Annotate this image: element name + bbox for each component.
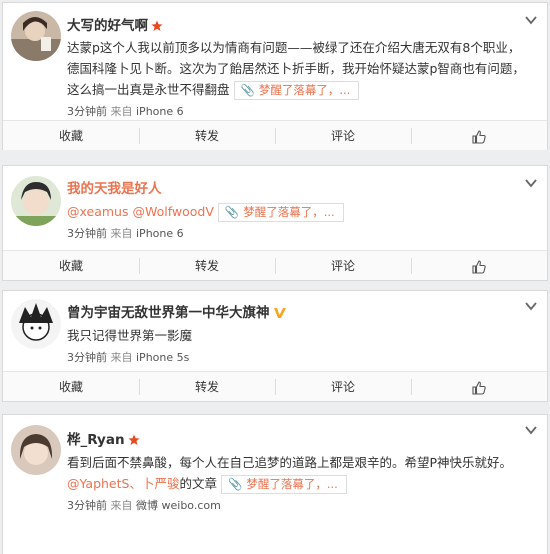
post-meta: 3分钟前 来自 微博 weibo.com (67, 497, 221, 513)
post-text-line: @YaphetS、卜严骏的文章 📎 梦醒了落幕了，... (67, 473, 533, 494)
post-meta: 3分钟前 来自 iPhone 5s (67, 349, 189, 365)
action-bar: 收藏 转发 评论 (3, 371, 547, 401)
chevron-down-icon[interactable] (525, 425, 537, 435)
avatar[interactable] (11, 176, 61, 226)
star-badge-icon (151, 20, 163, 31)
source-prefix: 来自 (110, 499, 133, 512)
post-text-line: 德国科隆卜见卜断。这次为了飴居然还卜折手断，我开始怀疑达蒙p智商也有问题， (67, 61, 525, 76)
chevron-down-icon[interactable] (525, 301, 537, 311)
thumbs-up-icon (472, 259, 486, 274)
mention-link[interactable]: @WolfwoodV (132, 204, 213, 219)
weibo-post: 桦_Ryan 看到后面不禁鼻酸，每个人在自己追梦的道路上都是艰辛的。希望P神快乐… (2, 414, 548, 554)
action-bar: 收藏 转发 评论 (3, 120, 547, 150)
topic-link[interactable]: 📎 梦醒了落幕了，... (217, 203, 344, 222)
paperclip-icon: 📎 (240, 83, 255, 97)
chevron-down-icon[interactable] (525, 15, 537, 25)
source-prefix: 来自 (110, 105, 133, 118)
post-text-line: 看到后面不禁鼻酸，每个人在自己追梦的道路上都是艰辛的。希望P神快乐就好。 (67, 455, 513, 470)
user-name[interactable]: 我的天我是好人 (67, 180, 162, 198)
mention-link[interactable]: @YaphetS、 (67, 476, 142, 491)
post-text-line: 这么搞一出真是永世不得翻盘 📎 梦醒了落幕了，... (67, 79, 533, 100)
mention-link[interactable]: 卜严骏 (142, 476, 180, 491)
comment-button[interactable]: 评论 (275, 251, 411, 280)
paperclip-icon: 📎 (228, 477, 243, 491)
thumbs-up-icon (472, 129, 486, 144)
source-device[interactable]: 微博 weibo.com (136, 499, 221, 512)
thumbs-up-icon (472, 380, 486, 395)
timestamp[interactable]: 3分钟前 (67, 227, 107, 240)
star-badge-icon (128, 434, 140, 445)
source-prefix: 来自 (110, 227, 133, 240)
verified-badge-icon (273, 308, 286, 318)
weibo-post: 大写的好气啊 达蒙p这个人我以前顶多以为情商有问题——被绿了还在介绍大唐无双有8… (2, 2, 548, 150)
source-device[interactable]: iPhone 5s (136, 351, 189, 364)
action-bar: 收藏 转发 评论 (3, 250, 547, 280)
repost-button[interactable]: 转发 (139, 121, 275, 150)
mention-link[interactable]: @xeamus (67, 204, 128, 219)
avatar[interactable] (11, 11, 61, 61)
weibo-post: 曾为宇宙无敌世界第一中华大旗神 我只记得世界第一影魔 3分钟前 来自 iPhon… (2, 290, 548, 402)
post-text-line-end: 这么搞一出真是永世不得翻盘 (67, 82, 230, 97)
like-button[interactable] (411, 251, 547, 280)
mention-suffix: 的文章 (179, 476, 217, 491)
comment-button[interactable]: 评论 (275, 121, 411, 150)
repost-button[interactable]: 转发 (139, 251, 275, 280)
like-button[interactable] (411, 372, 547, 401)
user-name[interactable]: 曾为宇宙无敌世界第一中华大旗神 (67, 304, 287, 322)
source-prefix: 来自 (110, 351, 133, 364)
post-text: 我只记得世界第一影魔 (67, 328, 193, 343)
avatar[interactable] (11, 299, 61, 349)
repost-button[interactable]: 转发 (139, 372, 275, 401)
user-name[interactable]: 大写的好气啊 (67, 17, 163, 35)
post-meta: 3分钟前 来自 iPhone 6 (67, 225, 184, 241)
timestamp[interactable]: 3分钟前 (67, 499, 107, 512)
post-text: 看到后面不禁鼻酸，每个人在自己追梦的道路上都是艰辛的。希望P神快乐就好。 @Ya… (67, 452, 533, 494)
favorite-button[interactable]: 收藏 (3, 251, 139, 280)
post-text: @xeamus @WolfwoodV 📎 梦醒了落幕了，... (67, 201, 533, 222)
favorite-button[interactable]: 收藏 (3, 372, 139, 401)
paperclip-icon: 📎 (224, 205, 240, 219)
topic-link[interactable]: 📎 梦醒了落幕了，... (233, 81, 360, 100)
like-button[interactable] (411, 121, 547, 150)
weibo-post: 我的天我是好人 @xeamus @WolfwoodV 📎 梦醒了落幕了，... 3分… (2, 165, 548, 281)
favorite-button[interactable]: 收藏 (3, 121, 139, 150)
post-text: 达蒙p这个人我以前顶多以为情商有问题——被绿了还在介绍大唐无双有8个职业， 德国… (67, 37, 533, 100)
topic-link[interactable]: 📎 梦醒了落幕了，... (221, 475, 347, 494)
timestamp[interactable]: 3分钟前 (67, 351, 107, 364)
post-text-line: 达蒙p这个人我以前顶多以为情商有问题——被绿了还在介绍大唐无双有8个职业， (67, 40, 521, 55)
avatar[interactable] (11, 425, 61, 475)
source-device[interactable]: iPhone 6 (136, 227, 184, 240)
source-device[interactable]: iPhone 6 (136, 105, 184, 118)
comment-button[interactable]: 评论 (275, 372, 411, 401)
post-meta: 3分钟前 来自 iPhone 6 (67, 103, 184, 119)
timestamp[interactable]: 3分钟前 (67, 105, 107, 118)
user-name[interactable]: 桦_Ryan (67, 431, 140, 449)
chevron-down-icon[interactable] (525, 178, 537, 188)
